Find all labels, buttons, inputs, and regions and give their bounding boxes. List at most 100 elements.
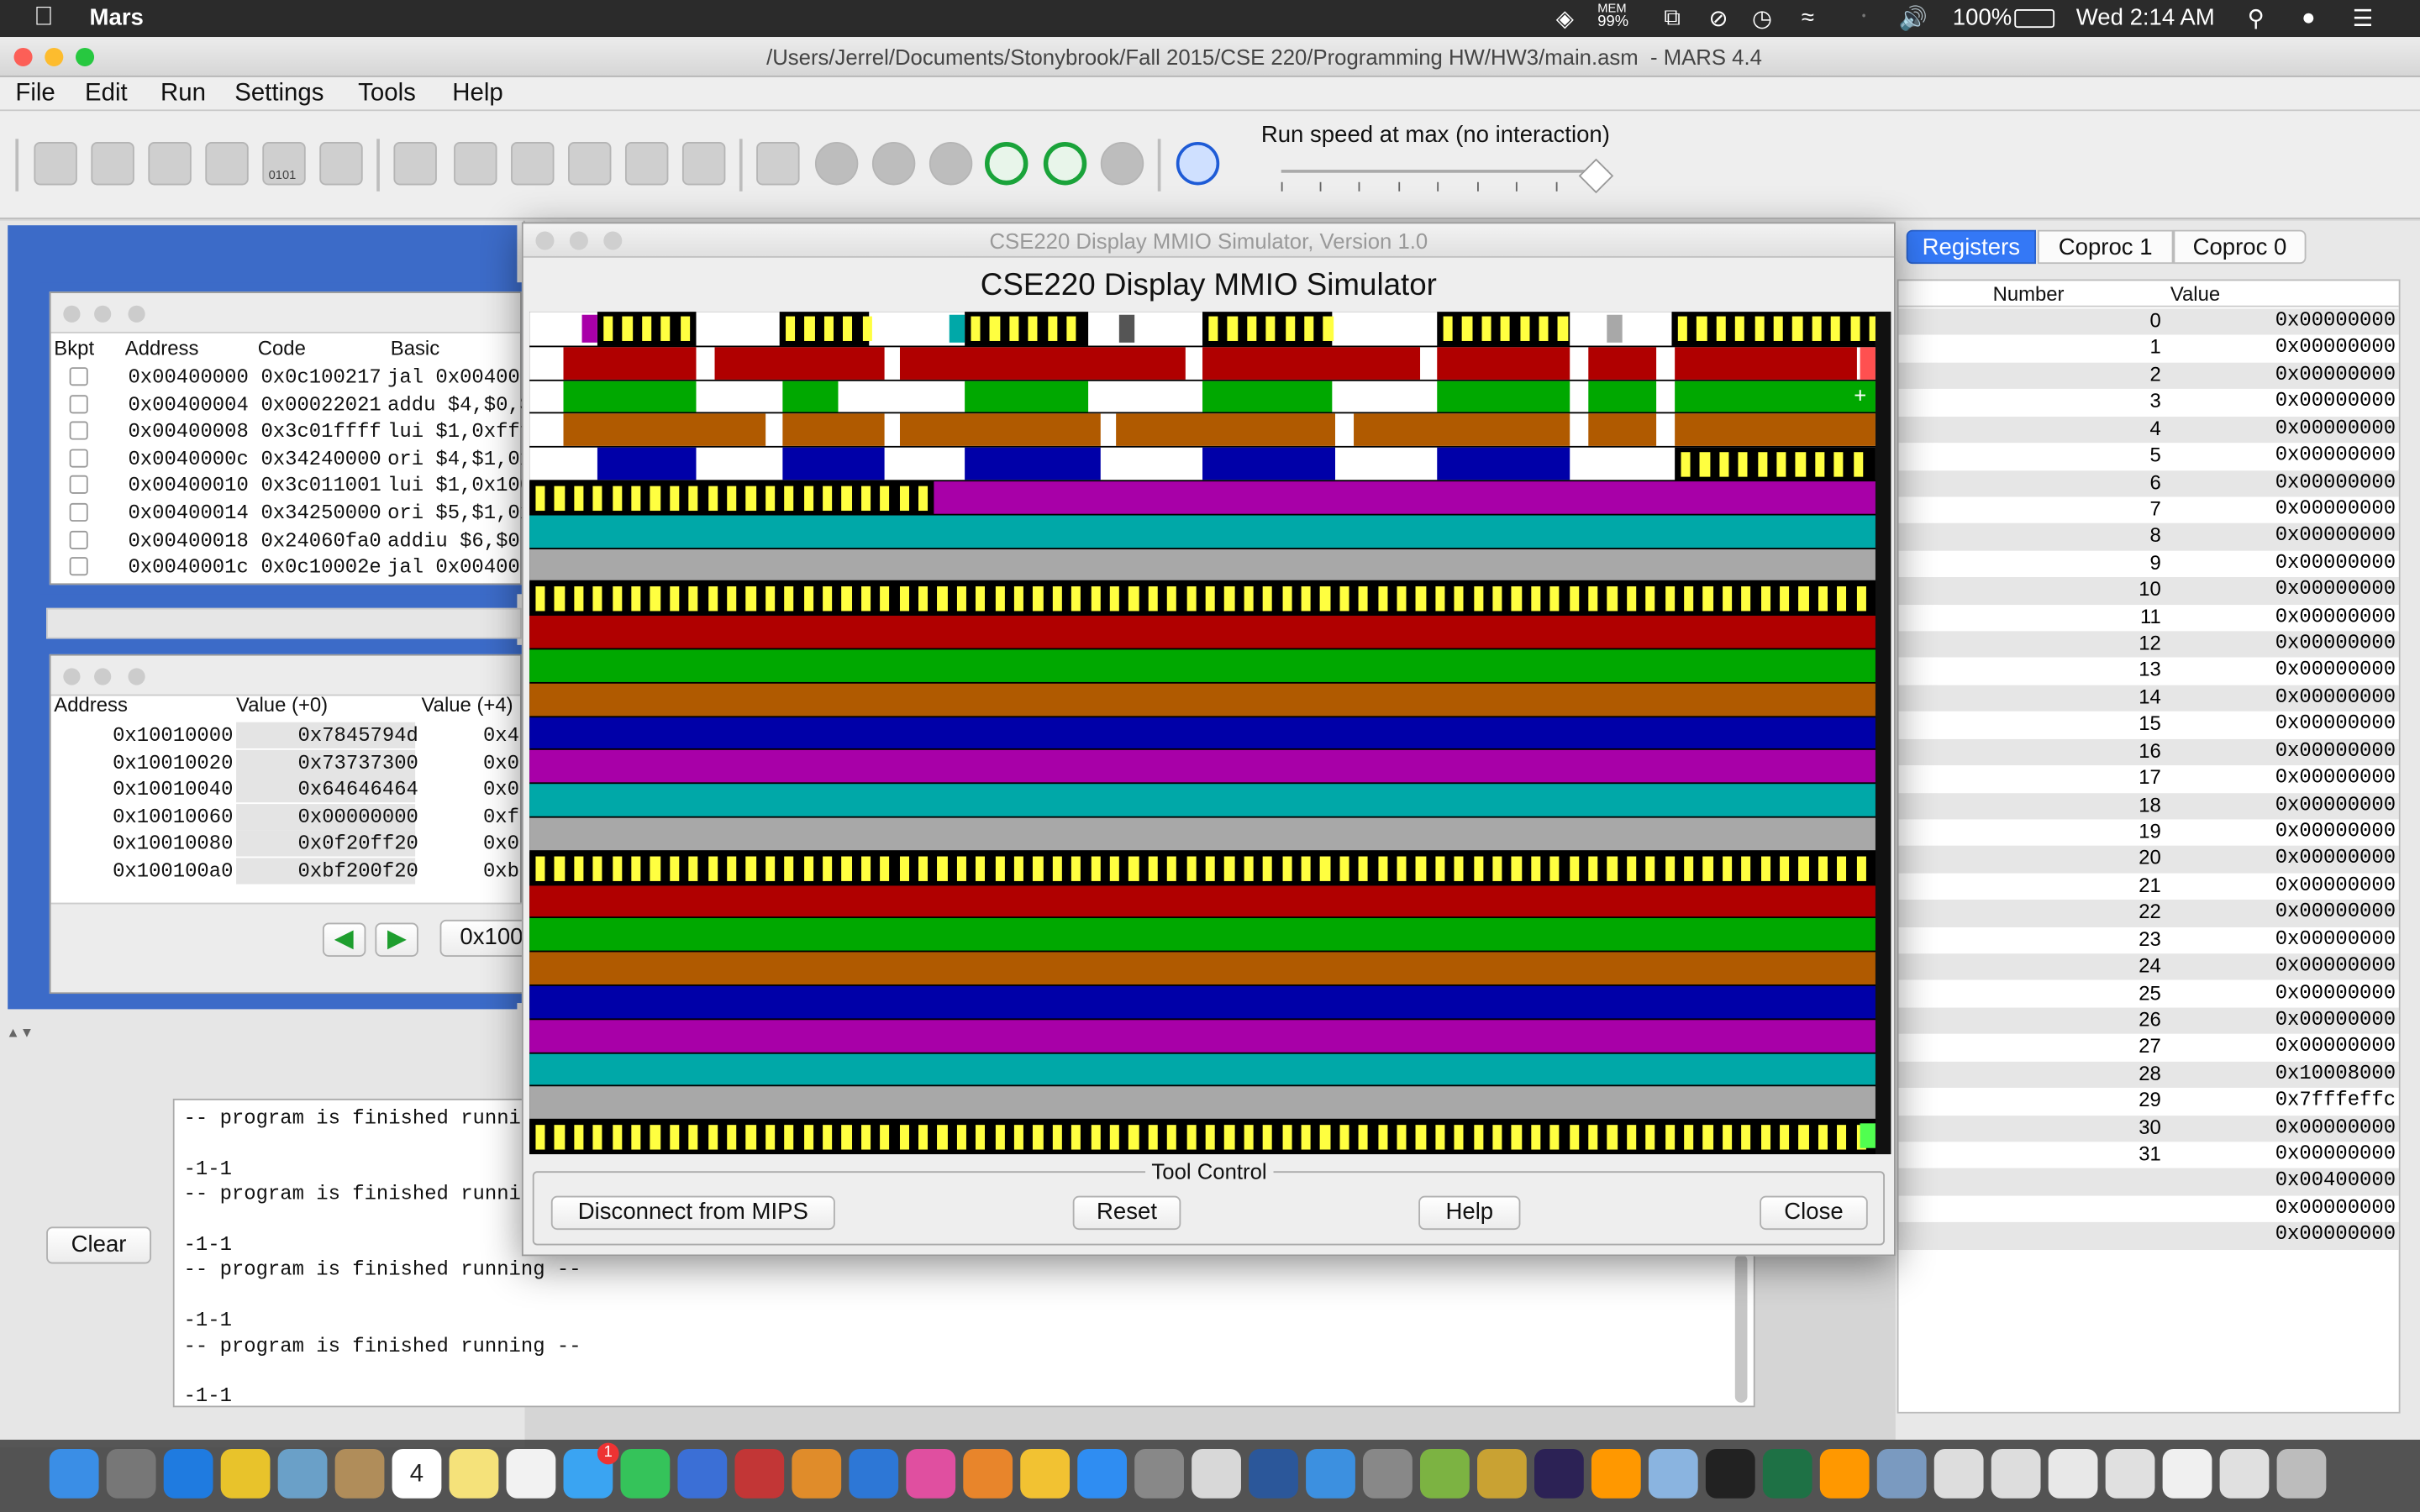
xcode-icon[interactable] [1306,1448,1355,1499]
dropbox-icon[interactable]: ◈ [1556,5,1574,32]
zoom-dot-icon[interactable] [128,668,145,685]
text-segment-row[interactable]: 0x00400000 0x0c100217 jal 0x00400 [51,365,523,391]
sync-icon[interactable]: ⊘ [1709,5,1728,32]
register-row[interactable]: 30 0x00000000 [1898,1115,2399,1142]
register-row[interactable]: 27 0x00000000 [1898,1034,2399,1062]
disconnect-button[interactable]: Disconnect from MIPS [550,1195,835,1231]
safari-icon[interactable] [163,1448,213,1499]
sublime2-icon[interactable] [1819,1448,1870,1499]
register-row[interactable]: 13 0x00000000 [1898,658,2399,685]
redo-icon[interactable] [454,142,497,186]
register-row[interactable]: 26 0x00000000 [1898,1007,2399,1035]
clock[interactable]: Wed 2:14 AM [2076,5,2215,31]
cut-icon[interactable] [511,142,555,186]
itunes-icon[interactable] [906,1448,956,1499]
mail-icon[interactable] [2219,1448,2270,1499]
col-code[interactable]: Code [258,336,306,360]
preview-icon[interactable] [277,1448,328,1499]
user-icon[interactable]: ● [2302,5,2316,31]
register-row[interactable]: 5 0x00000000 [1898,443,2399,470]
tab-registers[interactable]: Registers [1906,229,2037,265]
register-row[interactable]: 18 0x00000000 [1898,792,2399,820]
register-row[interactable]: 29 0x7fffeffc [1898,1088,2399,1116]
menu-settings[interactable]: Settings [234,81,324,108]
register-row[interactable]: 1 0x00000000 [1898,335,2399,363]
register-row[interactable]: 21 0x00000000 [1898,873,2399,900]
zoom-dot-icon[interactable] [128,305,145,323]
battery-icon[interactable] [2014,9,2055,29]
breakpoint-checkbox[interactable] [69,530,88,549]
run-icon[interactable] [814,142,859,186]
col-bkpt[interactable]: Bkpt [54,336,94,360]
tab-coproc-0[interactable]: Coproc 0 [2173,229,2307,265]
android-studio-icon[interactable] [1420,1448,1470,1499]
col-basic[interactable]: Basic [391,336,439,360]
dialog-minimize-button[interactable] [569,231,588,250]
register-row[interactable]: 6 0x00000000 [1898,470,2399,497]
breakpoint-checkbox[interactable] [69,367,88,386]
register-row[interactable]: 0 0x00000000 [1898,308,2399,336]
new-file-icon[interactable] [34,142,77,186]
register-row[interactable]: 11 0x00000000 [1898,604,2399,632]
word-icon[interactable] [1249,1448,1298,1499]
java-icon[interactable] [1933,1448,1984,1499]
close-dot-icon[interactable] [63,305,81,323]
downloads-icon[interactable] [2105,1448,2155,1499]
text-segment-row[interactable]: 0x0040001c 0x0c10002e jal 0x00400 [51,554,523,580]
keynote-icon[interactable] [677,1448,728,1499]
col-address[interactable]: Address [54,693,128,717]
register-row[interactable]: 28 0x10008000 [1898,1061,2399,1089]
data-segment-row[interactable]: 0x10010060 0x00000000 0xf [51,803,523,830]
messages-icon[interactable]: 1 [563,1442,619,1499]
col-value-4[interactable]: Value (+4) [422,693,513,717]
next-arrow-icon[interactable]: ▶ [375,922,418,957]
print-icon[interactable] [319,142,363,186]
apple-icon[interactable]:  [34,2,53,33]
find-replace-icon[interactable] [681,142,726,186]
text-segment-row[interactable]: 0x00400018 0x24060fa0 addiu $6,$0, [51,528,532,554]
trash-icon[interactable] [2276,1448,2327,1499]
help-icon[interactable] [1176,142,1220,186]
text-segment-row[interactable]: 0x00400010 0x3c011001 lui $1,0x100 [51,473,532,499]
data-segment-row[interactable]: 0x10010000 0x7845794d 0x4 [51,722,523,748]
register-row[interactable]: 16 0x00000000 [1898,738,2399,766]
screens-icon[interactable]: ⧉ [1664,5,1681,31]
keychain-icon[interactable] [1477,1448,1527,1499]
java2-icon[interactable] [1991,1448,2041,1499]
help-button[interactable]: Help [1418,1195,1521,1231]
close-button[interactable]: Close [1760,1195,1868,1231]
text-segment-row[interactable]: 0x0040000c 0x34240000 ori $4,$1,0x [51,446,532,472]
menu-tools[interactable]: Tools [358,81,416,108]
close-dot-icon[interactable] [63,668,81,685]
save-as-icon[interactable] [205,142,249,186]
save-icon[interactable] [148,142,192,186]
dump-memory-icon[interactable]: 0101 [262,142,306,186]
tab-coproc-1[interactable]: Coproc 1 [2037,229,2174,265]
excel-icon[interactable] [1762,1448,1812,1499]
launchpad-icon[interactable] [106,1448,156,1499]
bluetooth-icon[interactable]: ᛫ [1857,5,1871,31]
contacts-icon[interactable] [334,1448,385,1499]
step-icon[interactable] [871,142,916,186]
cyberduck-icon[interactable] [1020,1448,1071,1499]
docs-icon[interactable] [2162,1448,2212,1499]
address-select[interactable]: 0x100 [439,919,533,957]
register-row[interactable]: 10 0x00000000 [1898,577,2399,605]
register-row[interactable]: 17 0x00000000 [1898,765,2399,793]
chrome-icon[interactable] [220,1448,271,1499]
col-value[interactable]: Value [2170,282,2220,306]
minimize-dot-icon[interactable] [94,305,112,323]
ibooks-icon[interactable] [963,1448,1013,1499]
menu-help[interactable]: Help [452,81,502,108]
open-file-icon[interactable] [91,142,134,186]
col-number[interactable]: Number [1993,282,2065,306]
data-segment-row[interactable]: 0x10010020 0x73737300 0x0 [51,749,523,776]
breakpoint-checkbox[interactable] [69,557,88,576]
data-segment-row[interactable]: 0x100100a0 0xbf200f20 0xb [51,858,523,885]
register-row[interactable]: 3 0x00000000 [1898,389,2399,417]
menu-run[interactable]: Run [160,81,206,108]
register-row[interactable]: 15 0x00000000 [1898,711,2399,739]
copy-icon[interactable] [568,142,612,186]
preview2-icon[interactable] [1192,1448,1241,1499]
register-row[interactable]: 20 0x00000000 [1898,846,2399,874]
